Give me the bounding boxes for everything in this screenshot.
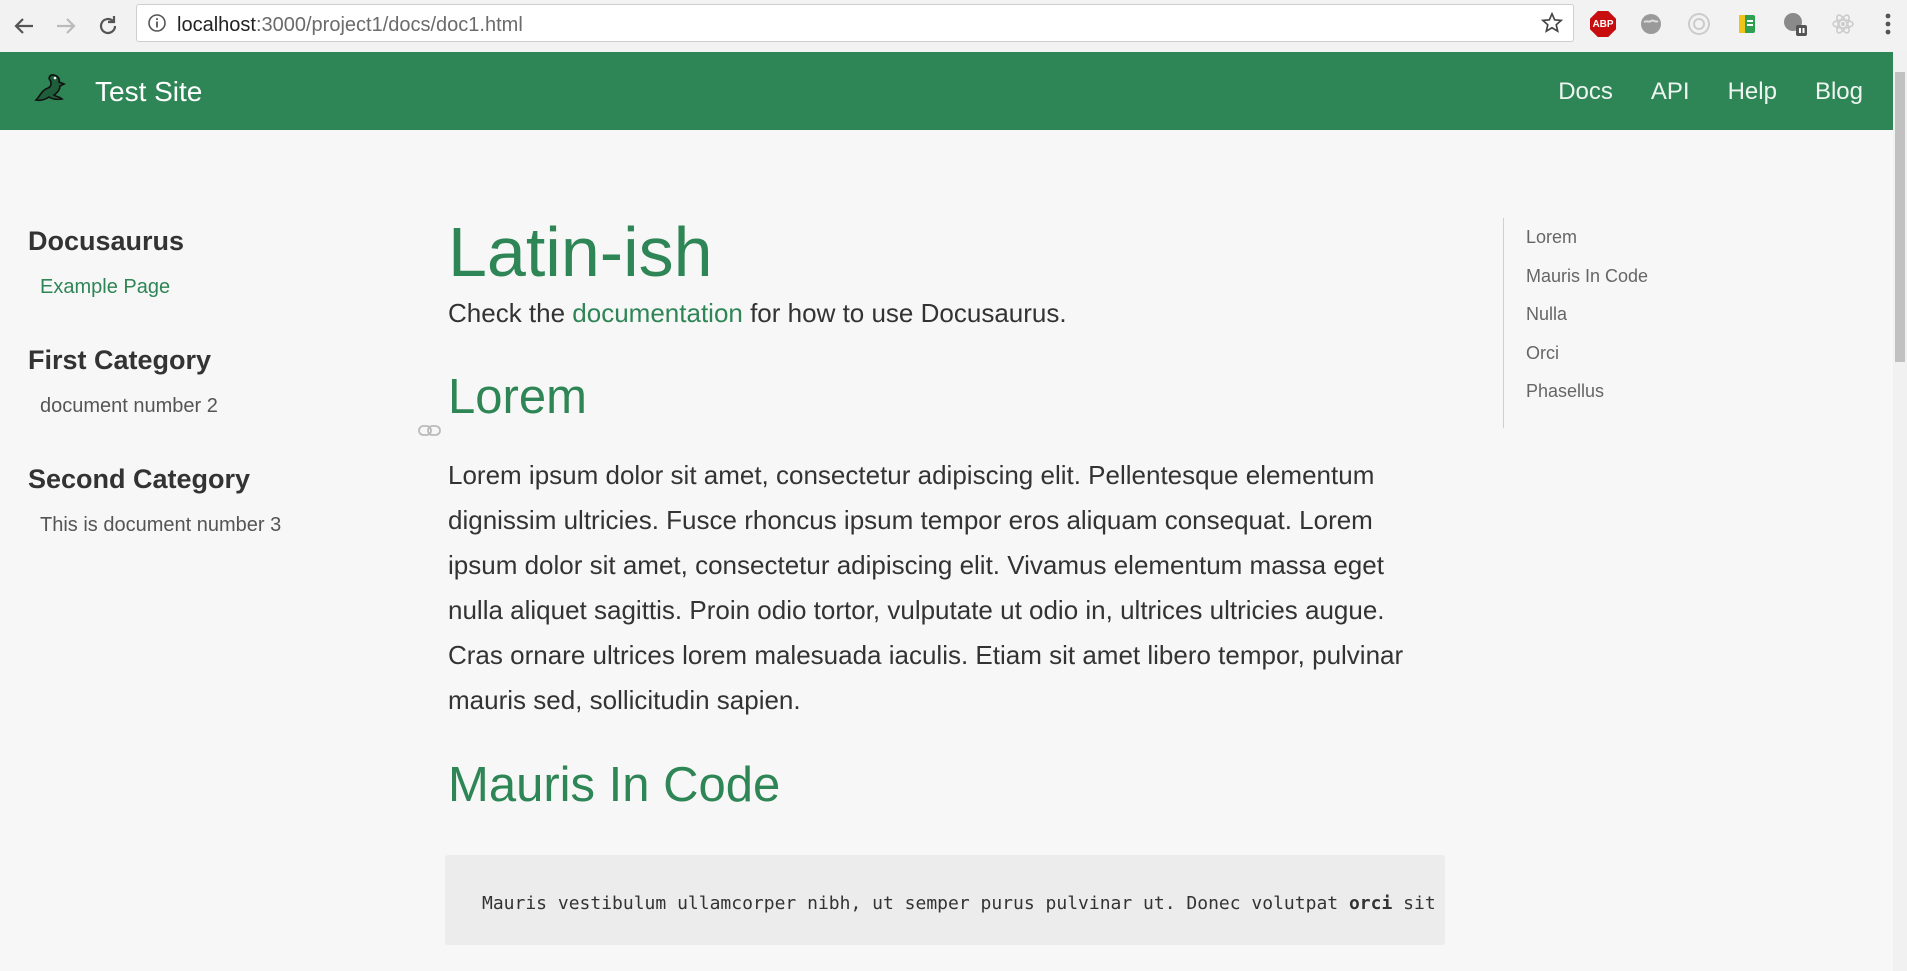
code-block: Mauris vestibulum ullamcorper nibh, ut s… <box>445 855 1445 945</box>
back-button[interactable] <box>6 8 42 44</box>
site-title[interactable]: Test Site <box>95 76 202 108</box>
sheet-extension-icon[interactable] <box>1733 10 1761 38</box>
reload-icon <box>99 16 117 35</box>
page-scrollbar[interactable] <box>1893 52 1907 971</box>
reload-button[interactable] <box>90 8 126 44</box>
sidebar-category-title: First Category <box>28 345 212 375</box>
nav-api[interactable]: API <box>1651 78 1690 106</box>
url-text[interactable]: localhost:3000/project1/docs/doc1.html <box>177 14 523 37</box>
globe-extension-icon[interactable] <box>1637 10 1665 38</box>
scrollbar-thumb[interactable] <box>1895 72 1905 362</box>
intro-text: Check the documentation for how to use D… <box>448 298 1446 329</box>
browser-toolbar: localhost:3000/project1/docs/doc1.html A… <box>0 0 1907 53</box>
sidebar-item-doc2[interactable]: document number 2 <box>40 395 388 435</box>
code-text-bold: orci <box>1348 893 1393 914</box>
nav-help[interactable]: Help <box>1728 78 1777 106</box>
toc-item-phasellus[interactable]: Phasellus <box>1526 372 1648 411</box>
toc-item-orci[interactable]: Orci <box>1526 334 1648 373</box>
docusaurus-logo-icon[interactable] <box>30 68 70 113</box>
section-heading-text: Lorem <box>448 370 587 424</box>
sidebar-item-example-page[interactable]: Example Page <box>40 276 388 316</box>
top-nav: Docs API Help Blog <box>1558 78 1863 106</box>
page-title: Latin-ish <box>448 213 713 291</box>
nav-blog[interactable]: Blog <box>1815 78 1863 106</box>
section-heading-mauris: Mauris In Code <box>448 758 781 812</box>
anchor-link-icon[interactable] <box>418 395 442 451</box>
forward-button[interactable] <box>48 8 84 44</box>
url-host: localhost <box>177 14 256 36</box>
intro-pre: Check the <box>448 298 573 328</box>
url-path: :3000/project1/docs/doc1.html <box>255 14 523 36</box>
site-header: Test Site Docs API Help Blog <box>0 52 1893 130</box>
address-bar[interactable]: localhost:3000/project1/docs/doc1.html <box>136 4 1574 42</box>
forward-arrow-icon <box>57 18 76 34</box>
react-extension-icon[interactable] <box>1829 10 1857 38</box>
nav-docs[interactable]: Docs <box>1558 78 1613 106</box>
doc-content: Latin-ish Check the documentation for ho… <box>418 210 1446 945</box>
toc-item-mauris-in-code[interactable]: Mauris In Code <box>1526 257 1648 296</box>
sidebar-category: Second Category This is document number … <box>28 464 388 583</box>
back-arrow-icon <box>14 18 33 34</box>
code-text-pre: Mauris vestibulum ullamcorper nibh, ut s… <box>482 893 1349 914</box>
site-info-icon[interactable] <box>147 13 167 38</box>
table-of-contents: Lorem Mauris In Code Nulla Orci Phasellu… <box>1503 218 1648 428</box>
sidebar-category-title: Second Category <box>28 464 251 494</box>
sidebar-category: First Category document number 2 <box>28 345 388 464</box>
section-heading-lorem: Lorem <box>418 369 1446 436</box>
adblock-extension-icon[interactable]: ABP <box>1589 10 1617 38</box>
documentation-link[interactable]: documentation <box>572 298 743 328</box>
intro-post: for how to use Docusaurus. <box>742 298 1067 328</box>
toc-item-lorem[interactable]: Lorem <box>1526 218 1648 257</box>
browser-menu-icon[interactable] <box>1885 12 1891 41</box>
section-paragraph: Lorem ipsum dolor sit amet, consectetur … <box>448 460 1404 715</box>
sidebar-category-title: Docusaurus <box>28 226 185 256</box>
toc-item-nulla[interactable]: Nulla <box>1526 295 1648 334</box>
translate-extension-icon[interactable] <box>1781 10 1809 38</box>
sidebar-item-doc3[interactable]: This is document number 3 <box>40 514 388 554</box>
code-text-post: sit a <box>1403 893 1436 914</box>
target-extension-icon[interactable] <box>1685 10 1713 38</box>
code-text: Mauris vestibulum ullamcorper nibh, ut s… <box>482 893 1445 914</box>
abp-badge: ABP <box>1590 11 1616 37</box>
bookmark-star-icon[interactable] <box>1540 11 1564 39</box>
sidebar-category: Docusaurus Example Page <box>28 226 388 345</box>
docs-sidebar: Docusaurus Example Page First Category d… <box>28 226 388 583</box>
